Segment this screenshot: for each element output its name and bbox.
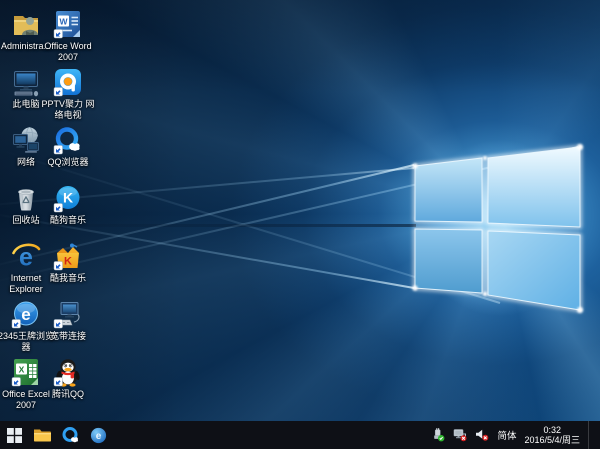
qq-browser-button[interactable]	[56, 421, 84, 449]
desktop-icon-pptv[interactable]: PPTV聚力 网络电视	[38, 66, 98, 121]
desktop-icon-tencent-qq[interactable]: 腾讯QQ	[38, 356, 98, 400]
qq-browser-icon	[38, 124, 98, 156]
desktop-icon-label: 酷我音乐	[38, 273, 98, 284]
network-disconnected-icon[interactable]	[453, 428, 467, 442]
clock-time: 0:32	[524, 425, 580, 436]
system-tray: 简体 0:32 2016/5/4/周三	[431, 421, 600, 449]
desktop-icon-label: 宽带连接	[38, 331, 98, 342]
qq-penguin-icon	[38, 356, 98, 388]
taskbar-clock[interactable]: 0:32 2016/5/4/周三	[524, 425, 580, 446]
desktop-icon-kuwo-music[interactable]: K 酷我音乐	[38, 240, 98, 284]
2345-browser-taskbar-icon: e	[90, 427, 107, 444]
clock-date: 2016/5/4/周三	[524, 435, 580, 446]
ime-language-indicator[interactable]: 简体	[497, 428, 516, 442]
kugou-music-icon: K	[38, 182, 98, 214]
desktop-icon-label: Office Word 2007	[38, 41, 98, 63]
broadband-connection-icon	[38, 298, 98, 330]
shortcut-arrow-badge	[12, 320, 21, 329]
kuwo-music-icon: K	[38, 240, 98, 272]
desktop-icon-label: 酷狗音乐	[38, 215, 98, 226]
desktop-icon-broadband[interactable]: 宽带连接	[38, 298, 98, 342]
svg-text:e: e	[21, 305, 30, 324]
file-explorer-icon	[33, 427, 52, 443]
shortcut-arrow-badge	[54, 378, 63, 387]
desktop-icon-office-word[interactable]: W Office Word 2007	[38, 8, 98, 63]
windows-start-icon	[7, 428, 22, 443]
desktop-icon-label: QQ浏览器	[38, 157, 98, 168]
shortcut-arrow-badge	[54, 146, 63, 155]
svg-text:K: K	[64, 256, 72, 268]
volume-muted-icon[interactable]	[475, 428, 489, 442]
shortcut-arrow-badge	[54, 262, 63, 271]
svg-text:X: X	[19, 364, 25, 374]
shortcut-arrow-badge	[12, 378, 21, 387]
start-button[interactable]	[0, 421, 28, 449]
show-desktop-button[interactable]	[588, 421, 592, 449]
shortcut-arrow-badge	[54, 204, 63, 213]
office-word-icon: W	[38, 8, 98, 40]
desktop-wallpaper: Administra... W Office Word 20	[0, 0, 600, 421]
taskbar: e	[0, 421, 600, 449]
safely-remove-hardware-icon[interactable]	[431, 428, 445, 442]
svg-text:K: K	[63, 190, 73, 206]
windows-hero-logo-icon	[400, 128, 600, 328]
pptv-icon	[38, 66, 98, 98]
desktop-icon-qq-browser[interactable]: QQ浏览器	[38, 124, 98, 168]
svg-text:e: e	[19, 244, 33, 272]
desktop-icon-label: 腾讯QQ	[38, 389, 98, 400]
svg-text:e: e	[95, 431, 101, 442]
shortcut-arrow-badge	[54, 320, 63, 329]
file-explorer-button[interactable]	[28, 421, 56, 449]
desktop-icon-label: PPTV聚力 网络电视	[38, 99, 98, 121]
2345-browser-button[interactable]: e	[84, 421, 112, 449]
desktop-icon-kugou-music[interactable]: K 酷狗音乐	[38, 182, 98, 226]
svg-text:W: W	[59, 16, 68, 26]
shortcut-arrow-badge	[54, 30, 63, 39]
qq-browser-taskbar-icon	[61, 426, 80, 445]
shortcut-arrow-badge	[54, 88, 63, 97]
